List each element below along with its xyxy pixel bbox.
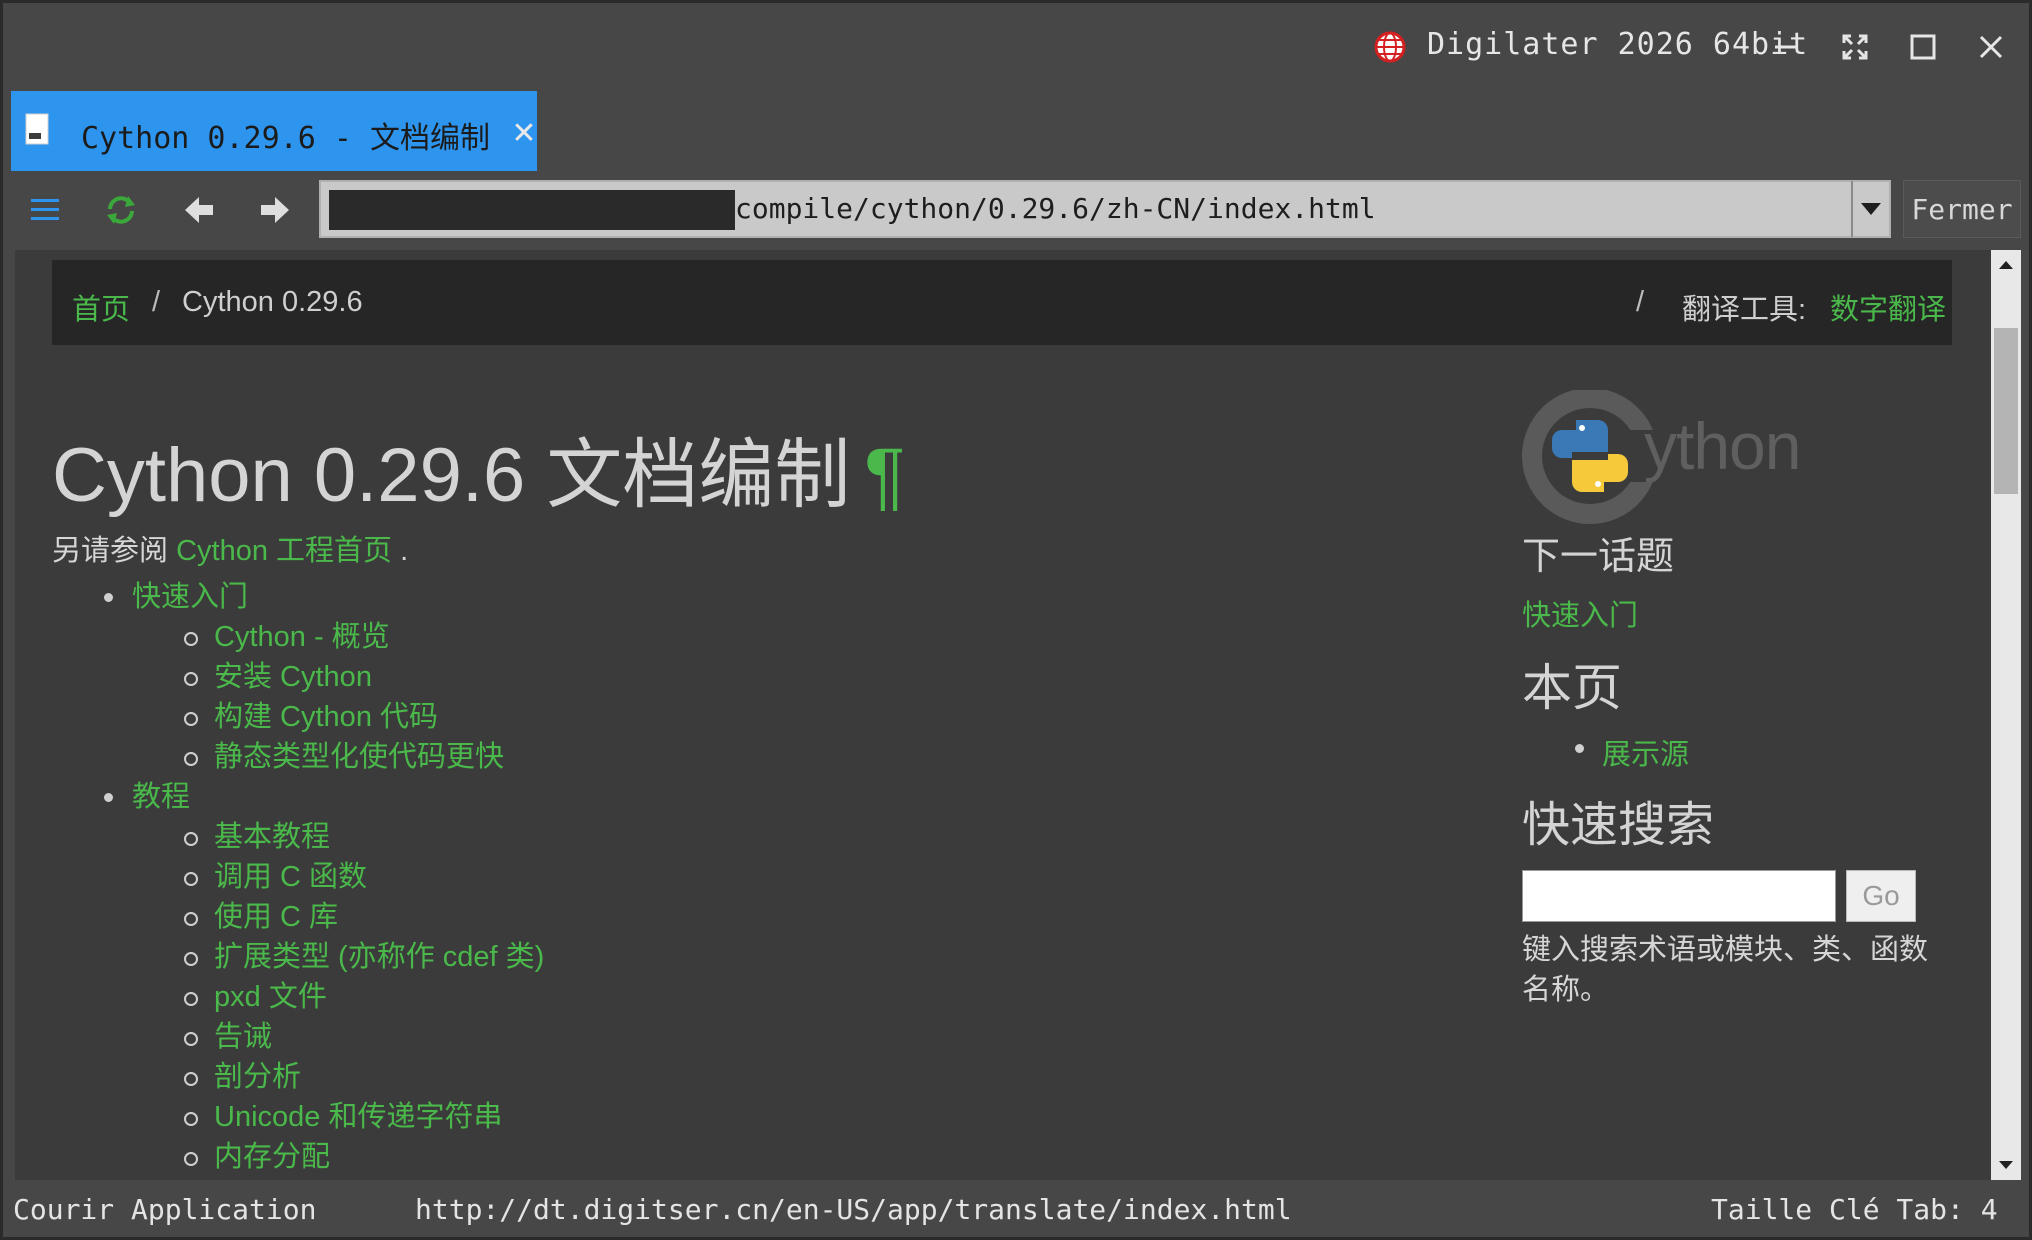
back-button[interactable] (171, 185, 227, 235)
hamburger-menu-icon (31, 199, 59, 220)
maximize-icon (1910, 34, 1936, 60)
toc-item-link[interactable]: 告诫 (52, 1017, 1472, 1057)
maximize-button[interactable] (1901, 25, 1945, 69)
search-go-button[interactable]: Go (1846, 869, 1916, 922)
vertical-scrollbar[interactable] (1991, 250, 2021, 1180)
breadcrumb: 首页 / Cython 0.29.6 / 翻译工具: 数字翻译 (52, 260, 1952, 345)
status-url: http://dt.digitser.cn/en-US/app/translat… (415, 1193, 1292, 1226)
fermer-button[interactable]: Fermer (1903, 180, 2021, 238)
minimize-icon (1775, 45, 1797, 49)
scrollbar-thumb[interactable] (1994, 328, 2018, 494)
toc-sublist: 基本教程 调用 C 函数 使用 C 库扩展类型 (亦称作 cdef 类) pxd 文件… (132, 817, 1472, 1177)
permalink-pilcrow[interactable]: ¶ (864, 433, 905, 518)
app-title: Digilater 2026 64bit (1427, 27, 1809, 62)
see-also-suffix: . (392, 535, 409, 568)
toc-item-link[interactable]: 内存分配 (52, 1137, 1472, 1177)
status-mode: Courir Application (13, 1193, 317, 1226)
toc-item-link[interactable]: 使用 C 库 (52, 897, 1472, 937)
scroll-up-button[interactable] (1991, 250, 2021, 280)
tab-document[interactable]: Cython 0.29.6 - 文档编制 ✕ (11, 91, 537, 171)
address-redacted-segment (329, 190, 735, 230)
scroll-up-arrow-icon (1999, 261, 2013, 269)
page-icon (25, 113, 49, 145)
fullscreen-icon (1842, 34, 1868, 60)
page-title: Cython 0.29.6 文档编制 ¶ (52, 430, 1472, 521)
toc-item-link[interactable]: pxd 文件 (52, 977, 1472, 1017)
quick-search-heading: 快速搜索 (1522, 799, 1715, 853)
translate-tool-link[interactable]: 数字翻译 (1830, 286, 1946, 328)
page-viewport: 首页 / Cython 0.29.6 / 翻译工具: 数字翻译 Cython 0… (15, 250, 1991, 1180)
toc-item-link[interactable]: 调用 C 函数 (52, 857, 1472, 897)
address-text: compile/cython/0.29.6/zh-CN/index.html (735, 192, 1376, 225)
toc-item-link[interactable]: 静态类型化使代码更快 (52, 737, 1472, 777)
breadcrumb-current: Cython 0.29.6 (182, 286, 363, 318)
arrow-right-icon (261, 197, 289, 223)
scroll-down-button[interactable] (1991, 1150, 2021, 1180)
app-window: Digilater 2026 64bit Cython 0.29.6 - 文档编… (0, 0, 2032, 1240)
toc-section: 快速入门 Cython - 概览 安装 Cython 构建 Cython 代码 静态类型… (52, 577, 1472, 777)
table-of-contents: 快速入门 Cython - 概览 安装 Cython 构建 Cython 代码 静态类型… (52, 577, 1472, 1177)
see-also-line: 另请参阅 Cython 工程首页 . (52, 527, 1472, 569)
menu-button[interactable] (17, 185, 73, 235)
cython-logo-text: ython (1644, 409, 1801, 483)
refresh-icon (107, 196, 135, 224)
toc-item-link[interactable]: 基本教程 (52, 817, 1472, 857)
chevron-down-icon (1861, 203, 1881, 215)
fullscreen-button[interactable] (1833, 25, 1877, 69)
toc-section-link[interactable]: 快速入门 (132, 581, 248, 613)
main-content: Cython 0.29.6 文档编制 ¶ 另请参阅 Cython 工程首页 . 快… (52, 430, 1472, 1177)
toc-sublist: Cython - 概览 安装 Cython 构建 Cython 代码 静态类型化使代码… (132, 617, 1472, 777)
toc-item-link[interactable]: 安装 Cython (52, 657, 1472, 697)
tab-close-button[interactable]: ✕ (509, 113, 539, 153)
quick-search-form: Go (1522, 869, 1962, 922)
address-bar[interactable]: compile/cython/0.29.6/zh-CN/index.html (319, 180, 1891, 238)
scroll-down-arrow-icon (1999, 1161, 2013, 1169)
toc-item-link[interactable]: Cython - 概览 (52, 617, 1472, 657)
toc-section: 教程基本教程 调用 C 函数 使用 C 库扩展类型 (亦称作 cdef 类) pxd … (52, 777, 1472, 1177)
status-tab-size: Taille Clé Tab: 4 (1711, 1193, 1998, 1226)
show-source-link[interactable]: 展示源 (1522, 731, 1962, 773)
next-topic-heading: 下一话题 (1522, 536, 1675, 578)
address-dropdown-button[interactable] (1851, 180, 1891, 238)
search-input[interactable] (1522, 869, 1836, 922)
globe-icon (1374, 31, 1406, 63)
toc-section-link[interactable]: 教程 (132, 781, 190, 813)
arrow-left-icon (185, 197, 213, 223)
this-page-heading: 本页 (1522, 660, 1622, 717)
sidebar: ython 下一话题 快速入门 本页 展示源 快速搜索 Go 键入搜索术语或模块… (1522, 388, 1962, 1010)
refresh-button[interactable] (93, 185, 149, 235)
breadcrumb-separator: / (152, 286, 161, 318)
close-icon (1979, 35, 2003, 59)
cython-home-link[interactable]: Cython 工程首页 (176, 535, 392, 567)
next-topic-link[interactable]: 快速入门 (1522, 592, 1962, 634)
page-title-text: Cython 0.29.6 文档编制 (52, 433, 851, 518)
search-hint: 键入搜索术语或模块、类、函数名称。 (1522, 933, 1929, 1006)
tab-label: Cython 0.29.6 - 文档编制 (81, 121, 490, 156)
breadcrumb-home-link[interactable]: 首页 (72, 286, 130, 328)
close-window-button[interactable] (1969, 25, 2013, 69)
see-also-prefix: 另请参阅 (52, 535, 177, 568)
translate-tool-label: 翻译工具: (1682, 294, 1807, 326)
minimize-button[interactable] (1764, 25, 1808, 69)
toc-item-link[interactable]: Unicode 和传递字符串 (52, 1097, 1472, 1137)
toc-item-link[interactable]: 构建 Cython 代码 (52, 697, 1472, 737)
status-bar: Courir Application http://dt.digitser.cn… (3, 1183, 2029, 1240)
forward-button[interactable] (247, 185, 303, 235)
breadcrumb-separator-right: / (1636, 286, 1645, 318)
cython-logo: ython (1522, 388, 1822, 525)
toc-item-link[interactable]: 扩展类型 (亦称作 cdef 类) (52, 937, 1472, 977)
toc-item-link[interactable]: 剖分析 (52, 1057, 1472, 1097)
title-bar: Digilater 2026 64bit (3, 3, 2029, 89)
